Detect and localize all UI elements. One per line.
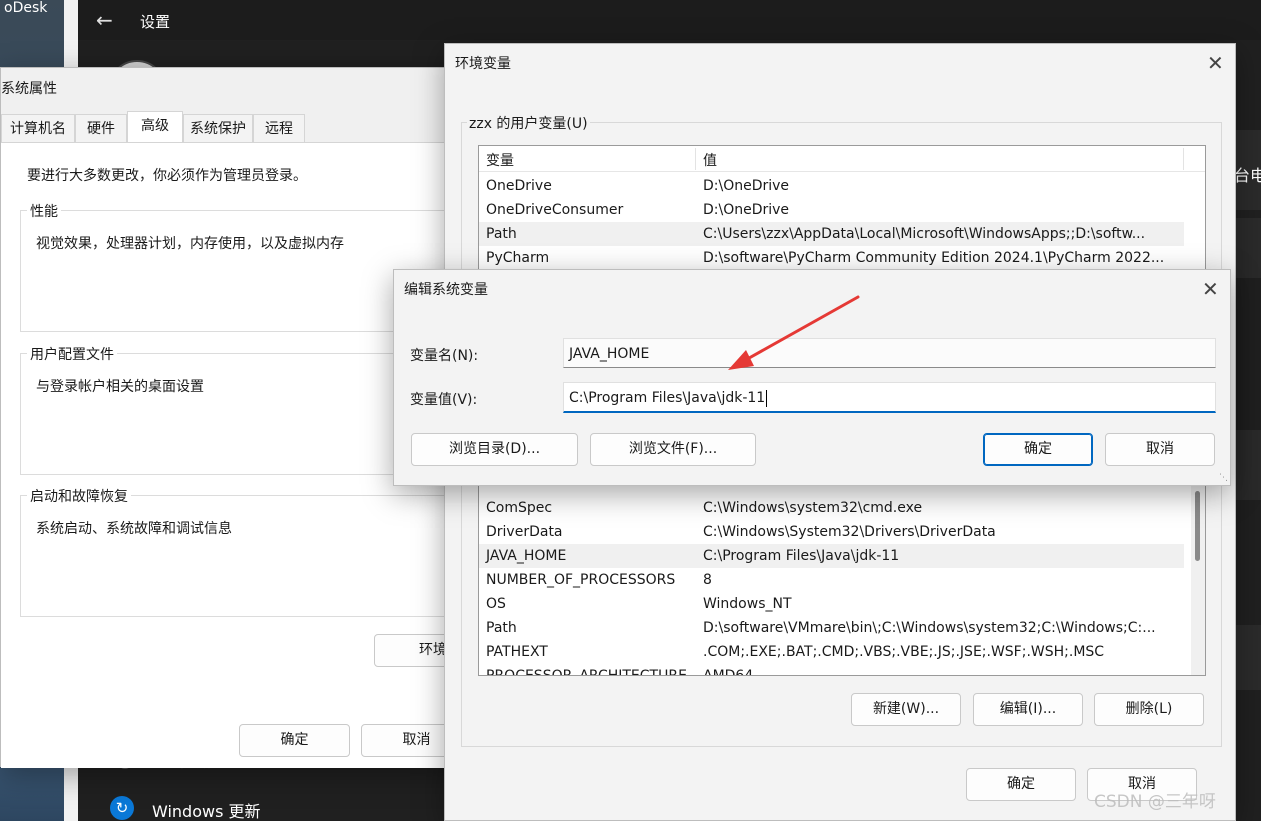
system-vars-list[interactable]: 变量值 ComSpecC:\Windows\system32\cmd.exe D… (478, 464, 1206, 676)
startup-recovery-group-title: 启动和故障恢复 (27, 486, 131, 506)
list-item[interactable]: ComSpec C:\Windows\system32\cmd.exe (479, 496, 1184, 520)
list-item[interactable]: PyCharm D:\software\PyCharm Community Edi… (479, 246, 1184, 270)
browse-file-button[interactable]: 浏览文件(F)... (590, 433, 756, 466)
back-arrow-icon[interactable]: ← (96, 8, 113, 32)
list-item[interactable]: Path D:\software\VMmare\bin\;C:\Windows\s… (479, 616, 1184, 640)
settings-right-panel (1236, 130, 1261, 690)
watermark: CSDN @三年呀 (1094, 792, 1216, 812)
variable-value-field[interactable]: C:\Program Files\Java\jdk-11 (563, 382, 1216, 413)
user-profile-group-title: 用户配置文件 (27, 344, 117, 364)
variable-value-text: C:\Program Files\Java\jdk-11 (569, 390, 766, 406)
list-item[interactable]: OS Windows_NT (479, 592, 1184, 616)
performance-group-title: 性能 (27, 201, 61, 221)
variable-name-label: 变量名(N): (410, 348, 479, 364)
scrollbar-thumb[interactable] (1195, 491, 1200, 561)
close-icon[interactable]: ✕ (1202, 279, 1219, 299)
edit-cancel-button[interactable]: 取消 (1105, 433, 1215, 466)
system-properties-title: 系统属性 (1, 81, 57, 97)
env-window-title: 环境变量 (455, 56, 511, 72)
browse-directory-button[interactable]: 浏览目录(D)... (411, 433, 578, 466)
list-item[interactable]: OneDriveConsumer D:\OneDrive (479, 198, 1184, 222)
tab-system-protection[interactable]: 系统保护 (183, 114, 253, 142)
settings-right-label: 台电 (1234, 166, 1261, 185)
edit-dialog-title: 编辑系统变量 (404, 282, 488, 298)
startup-recovery-desc: 系统启动、系统故障和调试信息 (36, 521, 232, 537)
performance-desc: 视觉效果，处理器计划，内存使用，以及虚拟内存 (36, 236, 344, 252)
startup-recovery-group: 启动和故障恢复 系统启动、系统故障和调试信息 (20, 486, 460, 617)
tab-advanced[interactable]: 高级 (127, 111, 183, 142)
tab-remote[interactable]: 远程 (253, 114, 305, 142)
list-item-selected[interactable]: JAVA_HOME C:\Program Files\Java\jdk-11 (479, 544, 1184, 568)
settings-title: 设置 (140, 13, 171, 31)
close-icon[interactable]: ✕ (1207, 53, 1224, 73)
list-item[interactable]: Path C:\Users\zzx\AppData\Local\Microsoft… (479, 222, 1184, 246)
settings-header (78, 0, 1261, 40)
sysprop-ok-button[interactable]: 确定 (239, 724, 350, 757)
tab-hardware[interactable]: 硬件 (75, 114, 127, 142)
list-item[interactable]: OneDrive D:\OneDrive (479, 174, 1184, 198)
new-variable-button[interactable]: 新建(W)... (851, 693, 961, 726)
edit-system-variable-dialog: 编辑系统变量 ✕ 变量名(N): JAVA_HOME 变量值(V): C:\Pr… (393, 269, 1231, 486)
list-item[interactable]: NUMBER_OF_PROCESSORS 8 (479, 568, 1184, 592)
settings-nav-windows-update[interactable]: Windows 更新 (152, 798, 261, 821)
admin-note: 要进行大多数更改，你必须作为管理员登录。 (27, 168, 307, 184)
list-item[interactable]: PROCESSOR_ARCHITECTURE AMD64 (479, 664, 1184, 675)
column-header-name[interactable]: 变量 (486, 150, 514, 170)
column-header-value[interactable]: 值 (703, 150, 717, 170)
user-vars-section-label: zzx 的用户变量(U) (467, 113, 590, 133)
list-item[interactable]: PATHEXT .COM;.EXE;.BAT;.CMD;.VBS;.VBE;.JS… (479, 640, 1184, 664)
user-vars-list[interactable]: 变量 值 OneDrive D:\OneDrive OneDriveConsume… (478, 145, 1206, 273)
tab-computer-name[interactable]: 计算机名 (1, 114, 75, 142)
user-vars-header: 变量 值 (479, 146, 1205, 172)
desktop-app-title: oDesk (4, 0, 48, 16)
edit-variable-button[interactable]: 编辑(I)... (973, 693, 1083, 726)
resize-grip-icon[interactable]: ⋱ (1219, 473, 1228, 483)
variable-value-label: 变量值(V): (410, 392, 478, 408)
variable-name-field[interactable]: JAVA_HOME (563, 338, 1216, 368)
list-item[interactable]: DriverData C:\Windows\System32\Drivers\Dr… (479, 520, 1184, 544)
env-ok-button[interactable]: 确定 (966, 768, 1076, 801)
scrollbar[interactable] (1191, 465, 1205, 675)
edit-ok-button[interactable]: 确定 (983, 433, 1093, 466)
delete-variable-button[interactable]: 删除(L) (1094, 693, 1204, 726)
user-profile-desc: 与登录帐户相关的桌面设置 (36, 379, 204, 395)
windows-update-icon: ↻ (110, 796, 134, 820)
text-caret (766, 389, 768, 407)
